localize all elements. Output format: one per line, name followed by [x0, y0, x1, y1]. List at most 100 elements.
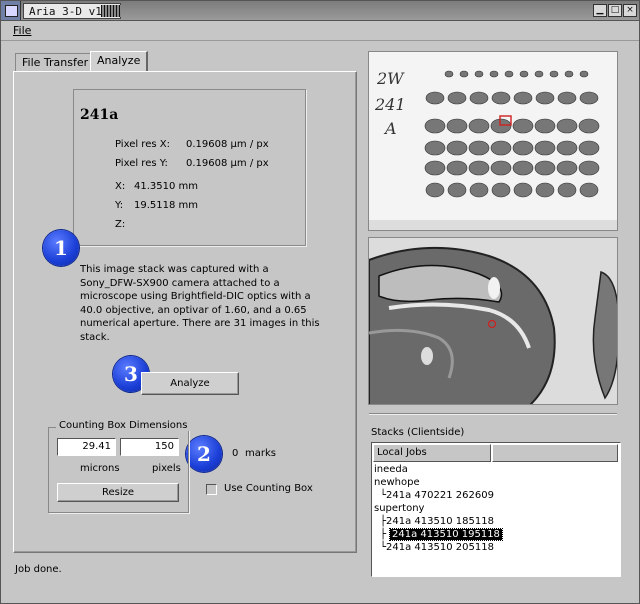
marks-count: 0 — [232, 448, 239, 459]
z-coordinate-label: Z: — [115, 219, 126, 230]
brain-section-thumb — [425, 91, 445, 105]
brain-section-thumb — [469, 91, 489, 105]
marks-label: marks — [245, 448, 276, 459]
x-coordinate-value: 41.3510 mm — [134, 181, 199, 192]
close-icon[interactable]: × — [623, 4, 637, 17]
pixel-res-x-label: Pixel res X: — [115, 139, 170, 150]
maximize-icon[interactable]: □ — [608, 4, 622, 17]
brain-section-thumb — [549, 70, 559, 78]
status-text: Job done. — [15, 564, 62, 575]
brain-section-thumb — [447, 91, 467, 105]
brain-section-thumb — [578, 160, 600, 176]
stack-description: This image stack was captured with a Son… — [80, 264, 320, 343]
brain-section-thumb — [512, 160, 534, 176]
brain-section-thumb — [459, 70, 469, 78]
brain-section-thumb — [468, 160, 490, 176]
brain-section-thumb — [578, 118, 600, 134]
use-counting-box-label: Use Counting Box — [224, 483, 313, 494]
tab-analyze[interactable]: Analyze — [90, 51, 149, 72]
brain-section-thumb — [446, 118, 468, 134]
brain-section-thumb — [579, 182, 599, 198]
menu-file-label: File — [13, 24, 32, 37]
ventricle-left — [421, 347, 433, 365]
slide-overview-graphic: 2W 241 A — [369, 69, 617, 230]
brain-section-thumb — [424, 160, 446, 176]
brain-section-thumb — [579, 70, 589, 78]
menu-file[interactable]: File — [13, 24, 31, 37]
brain-section-thumb — [469, 182, 489, 198]
brain-section-thumb — [534, 70, 544, 78]
tree-row-241a-185118[interactable]: ├241a 413510 185118 — [380, 516, 494, 527]
window-menu-icon[interactable] — [1, 1, 21, 20]
column-header-empty[interactable] — [492, 444, 618, 462]
brain-section-thumb — [447, 182, 467, 198]
title-bar[interactable]: Aria 3-D v1.0 ▁ □ × — [1, 1, 639, 21]
menu-bar: File — [1, 21, 639, 41]
brain-section-thumb — [556, 118, 578, 134]
tree-row-241a-205118[interactable]: └241a 413510 205118 — [380, 542, 494, 553]
brain-section-thumb — [490, 160, 512, 176]
brain-section-thumb — [513, 182, 533, 198]
pixel-res-x-value: 0.19608 µm / px — [186, 139, 269, 150]
specimen-name: 241a — [80, 107, 119, 123]
brain-sections — [424, 70, 600, 198]
brain-section-thumb — [578, 140, 600, 156]
right-divider — [369, 413, 617, 415]
microscope-view-image[interactable] — [368, 237, 618, 405]
brain-section-thumb — [535, 182, 555, 198]
brain-section-thumb — [489, 70, 499, 78]
brain-section-thumb — [491, 91, 511, 105]
brain-section-thumb — [512, 140, 534, 156]
brain-section-thumb — [446, 160, 468, 176]
y-coordinate-label: Y: — [115, 200, 124, 211]
brain-section-thumb — [446, 140, 468, 156]
resize-button[interactable]: Resize — [57, 483, 179, 502]
brain-section-thumb — [491, 182, 511, 198]
brain-section-thumb — [512, 118, 534, 134]
tree-row-241a-470221[interactable]: └241a 470221 262609 — [380, 490, 494, 501]
analyze-button[interactable]: Analyze — [141, 372, 239, 395]
handwriting-line-2: 241 — [374, 95, 406, 114]
slide-bottom-edge — [369, 220, 617, 230]
brain-section-thumb — [534, 140, 556, 156]
microns-label: microns — [80, 463, 120, 474]
tree-row-ineeda[interactable]: ineeda — [374, 464, 408, 475]
brain-section-thumb — [579, 91, 599, 105]
brain-section-thumb — [564, 70, 574, 78]
brain-section-thumb — [504, 70, 514, 78]
tree-row-supertony[interactable]: supertony — [374, 503, 424, 514]
title-grip — [101, 5, 121, 17]
use-counting-box-checkbox[interactable] — [206, 484, 217, 495]
brain-section-thumb — [425, 182, 445, 198]
ventricle-right — [488, 277, 500, 299]
brain-section-thumb — [490, 118, 512, 134]
pixels-label: pixels — [152, 463, 181, 474]
brain-section-thumb — [490, 140, 512, 156]
minimize-icon[interactable]: ▁ — [593, 4, 607, 17]
brain-section-thumb — [424, 140, 446, 156]
brain-section-thumb — [513, 91, 533, 105]
brain-section-thumb — [468, 140, 490, 156]
handwriting-line-3: A — [383, 119, 397, 138]
tree-row-newhope[interactable]: newhope — [374, 477, 420, 488]
brain-section-thumb — [468, 118, 490, 134]
y-coordinate-value: 19.5118 mm — [134, 200, 199, 211]
microscope-view-graphic — [369, 246, 617, 404]
x-coordinate-label: X: — [115, 181, 126, 192]
brain-section-thumb — [556, 160, 578, 176]
brain-section-thumb — [534, 118, 556, 134]
slide-overview-image[interactable]: 2W 241 A — [368, 51, 618, 231]
tree-branch-glyph: ├ — [380, 529, 387, 540]
brain-section-thumb — [534, 160, 556, 176]
brain-section-thumb — [424, 118, 446, 134]
stacks-tree[interactable]: Local Jobs ineeda newhope └241a 470221 2… — [371, 442, 621, 577]
column-header-local-jobs[interactable]: Local Jobs — [373, 444, 491, 462]
handwriting-line-1: 2W — [376, 69, 405, 88]
microns-input[interactable]: 29.41 — [57, 438, 116, 456]
stacks-title: Stacks (Clientside) — [371, 427, 465, 438]
tab-file-transfer[interactable]: File Transfer — [15, 53, 96, 72]
tree-row-241a-195118[interactable]: 241a 413510 195118 — [389, 528, 503, 541]
brain-section-thumb — [557, 182, 577, 198]
pixels-input[interactable]: 150 — [120, 438, 179, 456]
pixel-res-y-value: 0.19608 µm / px — [186, 158, 269, 169]
